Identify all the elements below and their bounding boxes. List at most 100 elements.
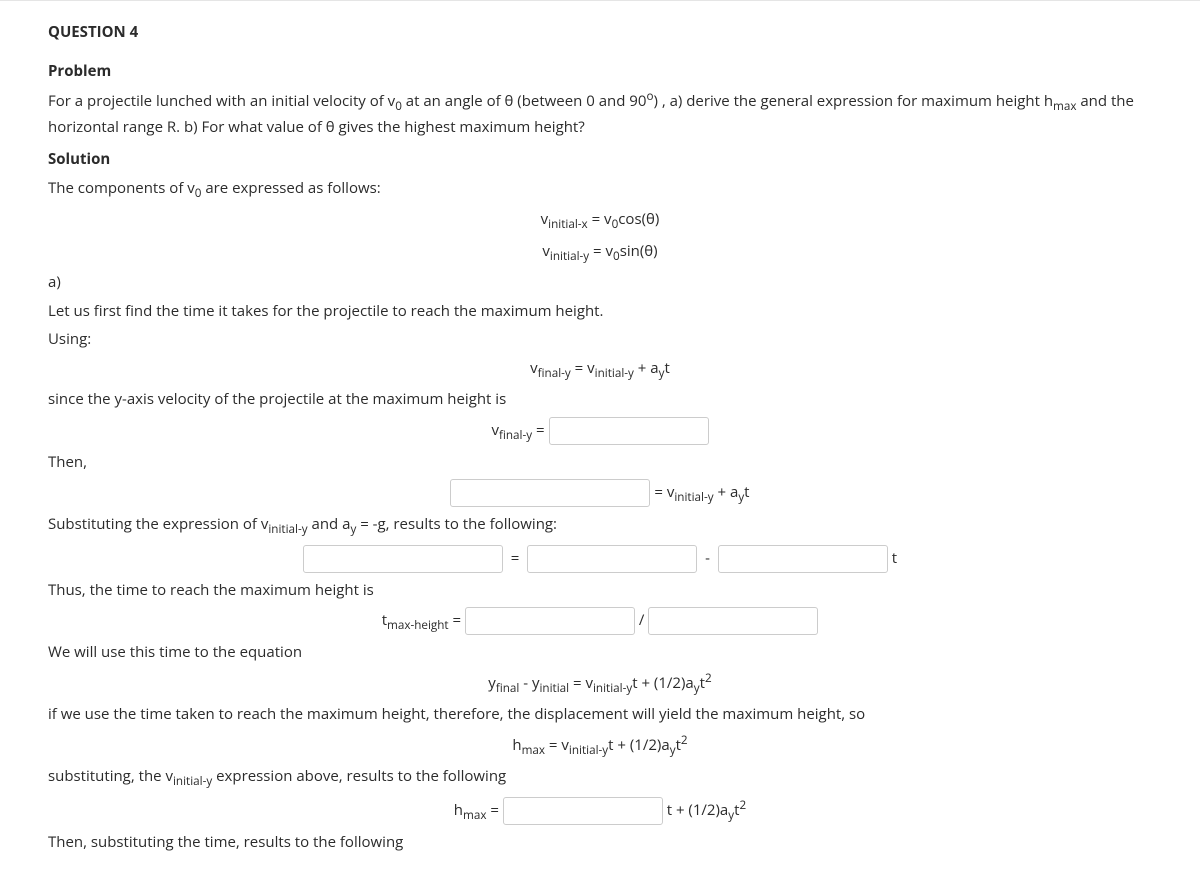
problem-text-part: ) , a) derive the general expression for… <box>654 91 1054 111</box>
equals-sign: = <box>532 420 548 440</box>
input-subst-lhs[interactable] <box>303 545 503 573</box>
subscript-initial-x: initial-x <box>548 216 588 232</box>
subscript-final: final <box>496 680 520 696</box>
line-using: Using: <box>48 328 1152 351</box>
text-part: = -g, results to the following: <box>356 514 557 534</box>
problem-text-part: at an angle of θ (between 0 and 90 <box>402 91 647 111</box>
subscript-y: y <box>738 489 744 505</box>
input-lhs-zero[interactable] <box>450 479 650 507</box>
text-part: + a <box>714 482 739 502</box>
solution-heading: Solution <box>48 148 1152 171</box>
input-tmax-denominator[interactable] <box>648 607 818 635</box>
text-part: sin(θ) <box>620 241 658 261</box>
var-h: h <box>454 800 463 820</box>
part-a-label: a) <box>48 271 1152 294</box>
minus-sign: - <box>705 548 714 568</box>
eq-hmax-blank: hmax = t + (1/2)ayt2 <box>48 797 1152 825</box>
subscript-initial-y: initial-y <box>550 248 589 264</box>
subscript-max: max <box>522 742 545 758</box>
equals-sign: = <box>569 673 585 693</box>
var-t: t <box>892 548 897 568</box>
subscript-0: 0 <box>195 185 202 201</box>
subscript-0: 0 <box>395 98 402 114</box>
text-part: t + (1/2)a <box>608 735 670 755</box>
question-label: QUESTION 4 <box>48 21 1152 44</box>
line-since: since the y-axis velocity of the project… <box>48 388 1152 411</box>
superscript-2: 2 <box>740 797 747 813</box>
input-tmax-numerator[interactable] <box>465 607 635 635</box>
slash-sign: / <box>639 610 648 630</box>
text-part: = v <box>589 241 613 261</box>
var-t: t <box>744 482 749 502</box>
text-part: and a <box>308 514 351 534</box>
solution-intro: The components of v0 are expressed as fo… <box>48 177 1152 203</box>
text-part: Substituting the expression of v <box>48 514 268 534</box>
text-part: = v <box>588 209 612 229</box>
subscript-initial: initial <box>539 680 569 696</box>
eq-vinitial-y: vinitial-y = v0sin(θ) <box>48 240 1152 266</box>
eq-yfinal-yinitial: yfinal - yinitial = vinitial-yt + (1/2)a… <box>48 670 1152 698</box>
subscript-max-height: max-height <box>387 617 449 633</box>
input-hmax-term1[interactable] <box>503 797 663 825</box>
subscript-y: y <box>350 521 356 537</box>
var-t: t <box>664 358 669 378</box>
input-vfinal-y-value[interactable] <box>549 417 709 445</box>
subscript-initial-y: initial-y <box>593 680 632 696</box>
eq-substituted: = - t <box>48 545 1152 573</box>
problem-heading: Problem <box>48 60 1152 83</box>
input-subst-rhs1[interactable] <box>527 545 697 573</box>
var-v: v <box>530 358 538 378</box>
subscript-y: y <box>694 680 700 696</box>
subscript-y: y <box>670 742 676 758</box>
text-part: expression above, results to the followi… <box>212 766 506 786</box>
text-part: + a <box>634 358 659 378</box>
eq-blank-equals-vinitial: = vinitial-y + ayt <box>48 479 1152 507</box>
superscript-2: 2 <box>681 732 688 748</box>
var-t: t <box>734 800 739 820</box>
line-then: Then, <box>48 451 1152 474</box>
line-find-time: Let us first find the time it takes for … <box>48 300 1152 323</box>
var-v: v <box>492 420 500 440</box>
subscript-final-y: final-y <box>538 365 571 381</box>
subscript-max: max <box>1053 98 1076 114</box>
equals-sign: = <box>449 610 465 630</box>
var-y: y <box>488 673 496 693</box>
subscript-initial-y: initial-y <box>268 521 307 537</box>
eq-hmax-full: hmax = vinitial-yt + (1/2)ayt2 <box>48 732 1152 760</box>
var-v: v <box>561 735 569 755</box>
minus-sign: - <box>519 673 532 693</box>
eq-vfinal-y: vfinal-y = vinitial-y + ayt <box>48 357 1152 383</box>
text-part: cos(θ) <box>618 209 659 229</box>
equals-sign: = <box>571 358 587 378</box>
equals-sign: = <box>545 735 561 755</box>
line-substituting-2: substituting, the vinitial-y expression … <box>48 765 1152 791</box>
var-v: v <box>542 241 550 261</box>
text-part: t + (1/2)a <box>632 673 694 693</box>
input-subst-rhs2[interactable] <box>718 545 888 573</box>
question-content: QUESTION 4 Problem For a projectile lunc… <box>0 1 1200 879</box>
subscript-0: 0 <box>612 216 619 232</box>
subscript-initial-y: initial-y <box>674 489 713 505</box>
eq-vinitial-x: vinitial-x = v0cos(θ) <box>48 208 1152 234</box>
problem-text-part: For a projectile lunched with an initial… <box>48 91 395 111</box>
equals-sign: = <box>511 548 523 568</box>
subscript-0: 0 <box>613 248 620 264</box>
text-part: The components of v <box>48 178 195 198</box>
subscript-y: y <box>659 365 665 381</box>
line-substituting-1: Substituting the expression of vinitial-… <box>48 513 1152 539</box>
var-h: h <box>512 735 521 755</box>
subscript-initial-y: initial-y <box>173 773 212 789</box>
text-part: substituting, the v <box>48 766 173 786</box>
subscript-max: max <box>463 807 486 823</box>
subscript-y: y <box>728 807 734 823</box>
line-then-substituting-time: Then, substituting the time, results to … <box>48 831 1152 854</box>
eq-vfinal-blank: vfinal-y = <box>48 417 1152 445</box>
subscript-initial-y: initial-y <box>569 742 608 758</box>
text-part: = v <box>654 482 674 502</box>
text-part: t + (1/2)a <box>667 800 729 820</box>
eq-tmax-height: tmax-height = / <box>48 607 1152 635</box>
line-thus: Thus, the time to reach the maximum heig… <box>48 579 1152 602</box>
problem-text: For a projectile lunched with an initial… <box>48 88 1152 138</box>
superscript-2: 2 <box>705 670 712 686</box>
subscript-final-y: final-y <box>499 427 532 443</box>
